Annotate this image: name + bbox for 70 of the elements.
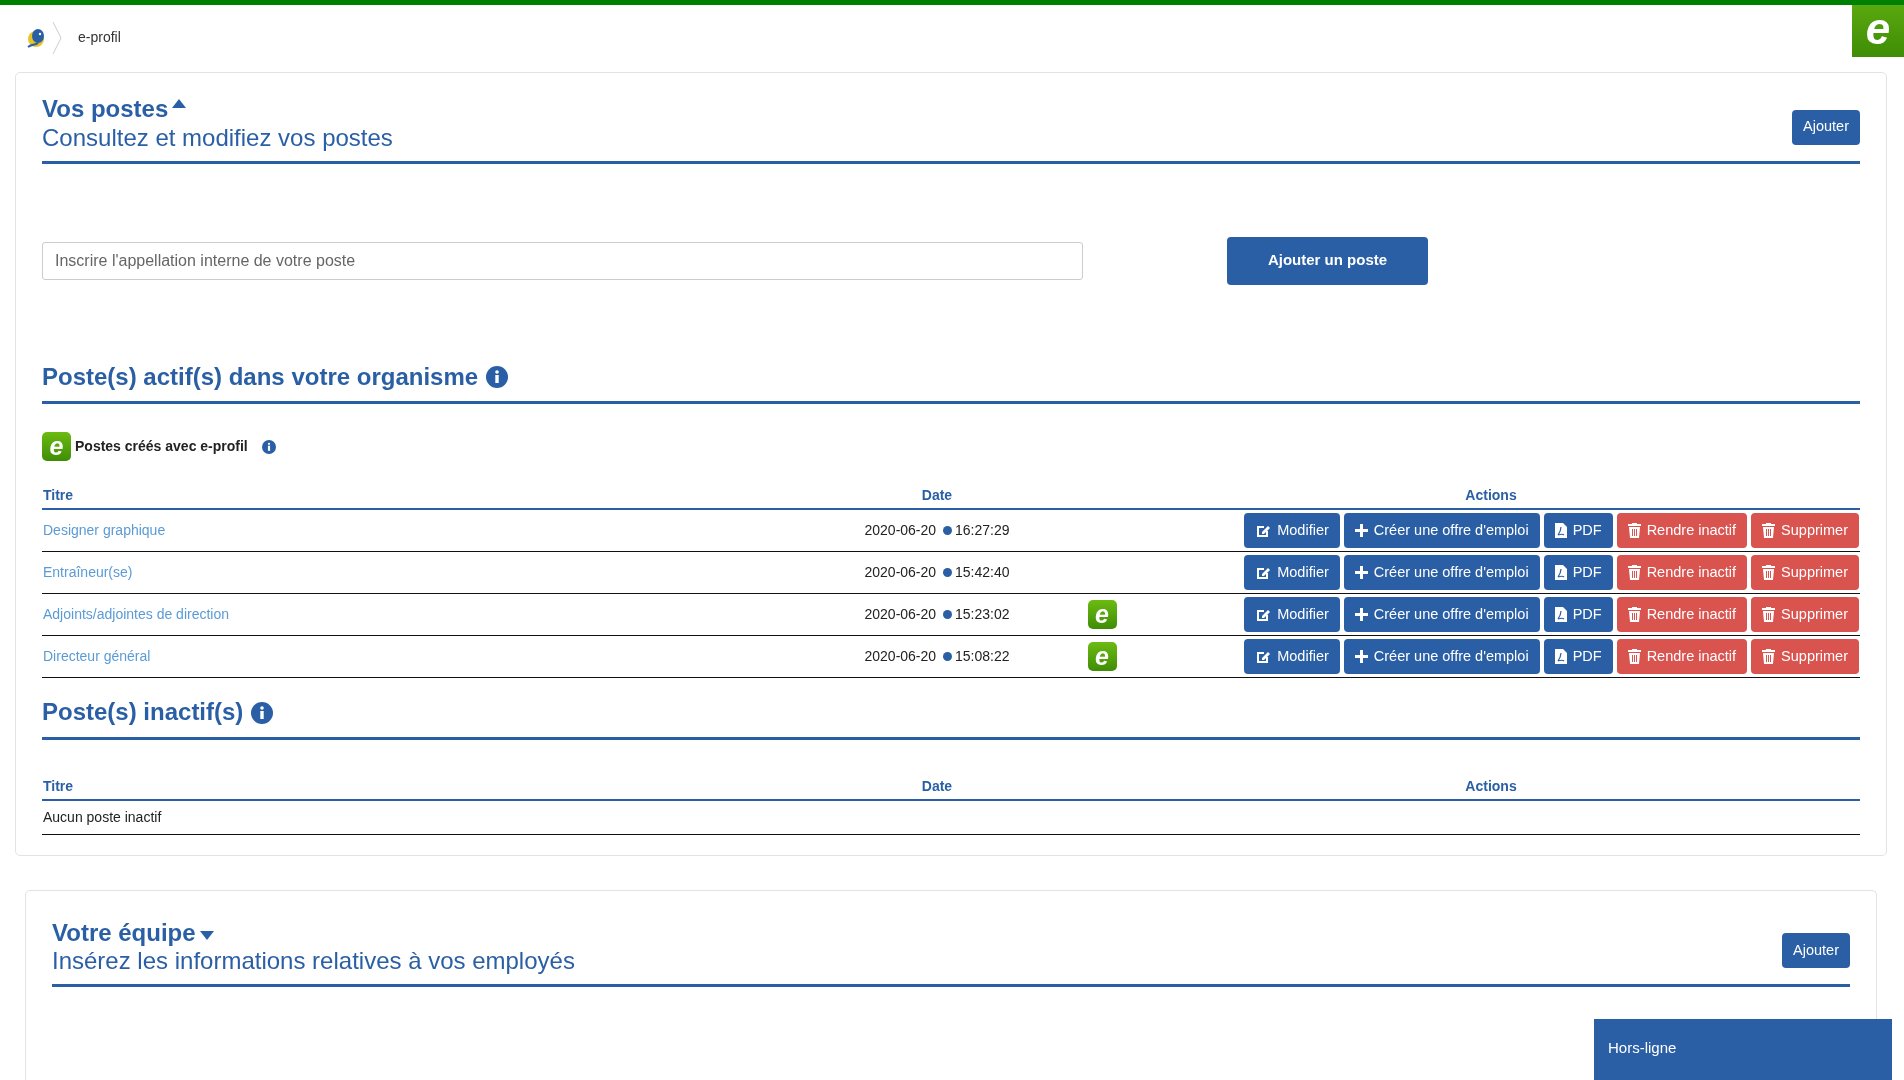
date-text: 2020-06-20 15:42:40 [864, 564, 1010, 581]
add-position-button[interactable]: Ajouter un poste [1227, 236, 1428, 285]
e-profil-badge: e [42, 432, 71, 462]
e-profil-badge: e [1087, 642, 1117, 672]
date-text: 2020-06-20 15:08:22 [864, 648, 1010, 665]
position-name-field[interactable]: Inscrire l'appellation interne de votre poste [42, 241, 1083, 280]
pdf-file-icon [1554, 523, 1567, 539]
trash-icon [1627, 523, 1641, 539]
column-header: Titre [42, 479, 792, 510]
delete-button[interactable]: Supprimer [1751, 513, 1859, 549]
info-icon [251, 701, 274, 724]
pdf-file-icon [1554, 607, 1567, 623]
pdf-button[interactable]: PDF [1543, 513, 1613, 549]
column-header: Titre [42, 770, 792, 801]
trash-icon [1627, 607, 1641, 623]
section-title: Votre équipe [52, 918, 196, 948]
e-profil-badge: e [1087, 600, 1117, 630]
create-offer-button[interactable]: Créer une offre d'emploi [1343, 639, 1540, 675]
column-header: Actions [1122, 479, 1860, 510]
offline-status-panel: Hors-ligne [1594, 1019, 1892, 1080]
edit-button[interactable]: Modifier [1244, 555, 1340, 591]
plus-icon [1354, 650, 1368, 664]
section-subtitle: Consultez et modifiez vos postes [42, 123, 393, 153]
trash-icon [1627, 649, 1641, 665]
trash-icon [1762, 565, 1776, 581]
expand-caret-icon[interactable] [199, 930, 214, 940]
add-button[interactable]: Ajouter [1782, 933, 1850, 969]
column-header: Date [792, 479, 1082, 510]
collapse-caret-icon[interactable] [172, 99, 187, 108]
deactivate-button[interactable]: Rendre inactif [1616, 513, 1748, 549]
pdf-button[interactable]: PDF [1543, 597, 1613, 633]
pdf-file-icon [1554, 565, 1567, 581]
deactivate-button[interactable]: Rendre inactif [1616, 597, 1748, 633]
date-text: 2020-06-20 15:23:02 [864, 606, 1010, 623]
delete-button[interactable]: Supprimer [1751, 597, 1859, 633]
plus-icon [1354, 566, 1368, 580]
deactivate-button[interactable]: Rendre inactif [1616, 555, 1748, 591]
pdf-file-icon [1554, 649, 1567, 665]
brand-logo: e [1852, 5, 1904, 57]
delete-button[interactable]: Supprimer [1751, 555, 1859, 591]
plus-icon [1354, 608, 1368, 622]
section-title: Vos postes [42, 95, 169, 124]
add-button[interactable]: Ajouter [1792, 109, 1860, 145]
pdf-button[interactable]: PDF [1543, 555, 1613, 591]
edit-button[interactable]: Modifier [1244, 597, 1340, 633]
section-heading: Poste(s) actif(s) dans votre organisme [42, 362, 479, 392]
info-icon [486, 366, 509, 388]
legend-label: Postes créés avec e-profil [75, 437, 248, 457]
deactivate-button[interactable]: Rendre inactif [1616, 639, 1748, 675]
edit-button[interactable]: Modifier [1244, 639, 1340, 675]
plus-icon [1354, 524, 1368, 538]
create-offer-button[interactable]: Créer une offre d'emploi [1343, 597, 1540, 633]
empty-message: Aucun poste inactif [43, 808, 162, 825]
edit-button[interactable]: Modifier [1244, 513, 1340, 549]
delete-button[interactable]: Supprimer [1751, 639, 1859, 675]
section-subtitle: Insérez les informations relatives à vos employés [52, 947, 575, 977]
section-heading: Poste(s) inactif(s) [42, 698, 244, 728]
info-icon [261, 439, 276, 454]
pdf-button[interactable]: PDF [1543, 639, 1613, 675]
breadcrumb-link[interactable]: e-profil [78, 27, 121, 48]
create-offer-button[interactable]: Créer une offre d'emploi [1343, 513, 1540, 549]
trash-icon [1762, 523, 1776, 539]
create-offer-button[interactable]: Créer une offre d'emploi [1343, 555, 1540, 591]
column-header: Date [792, 770, 1082, 801]
date-text: 2020-06-20 16:27:29 [864, 522, 1010, 539]
column-header: Actions [1122, 770, 1860, 801]
trash-icon [1627, 565, 1641, 581]
chevron-separator-icon [52, 21, 62, 54]
trash-icon [1762, 649, 1776, 665]
trash-icon [1762, 607, 1776, 623]
